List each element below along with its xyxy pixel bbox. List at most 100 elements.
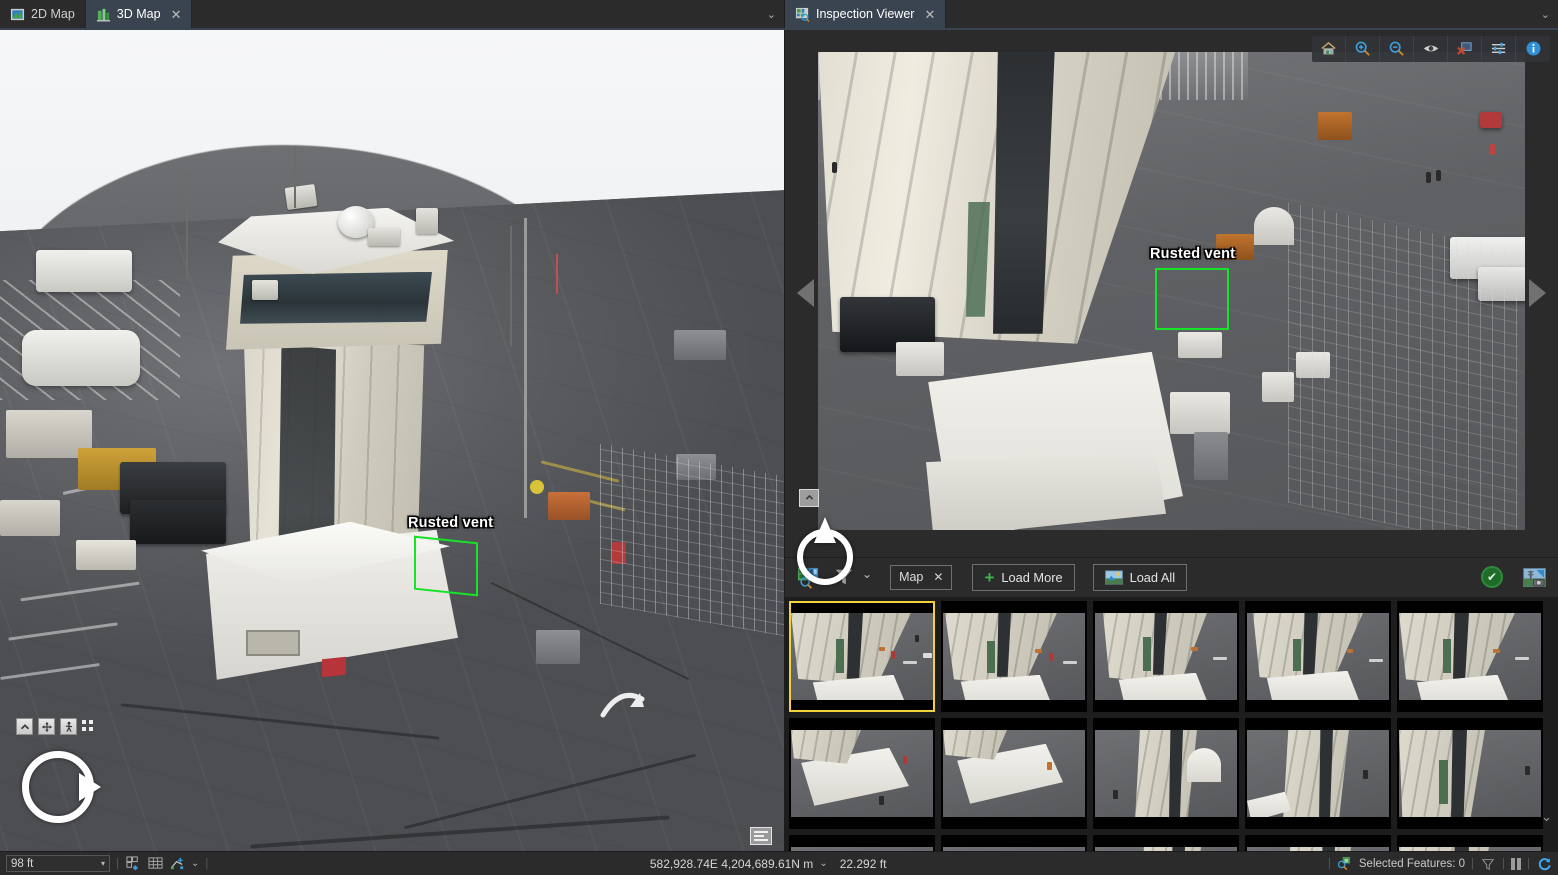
status-filter-icon[interactable] <box>1480 856 1496 872</box>
application-window: 2D Map 3D Map ✕ ⌄ Inspection Viewer ✕ ⌄ … <box>0 0 1558 875</box>
thumbnail-item[interactable] <box>1093 717 1239 829</box>
thumbnail-grid[interactable]: ⌄ <box>785 596 1558 851</box>
annotation-label-rusted-vent: Rusted vent <box>408 514 494 531</box>
capture-photo-button[interactable] <box>1523 567 1546 587</box>
grid-icon[interactable] <box>147 856 163 872</box>
grid-dots-icon[interactable] <box>82 720 95 733</box>
selected-features-label: Selected Features: 0 <box>1358 857 1465 870</box>
photo-annotation-label-rusted-vent: Rusted vent <box>1150 245 1236 262</box>
thumbnail-item[interactable] <box>1397 834 1543 851</box>
load-all-button[interactable]: Load All <box>1092 563 1188 591</box>
status-separator: | <box>116 857 119 870</box>
select-features-icon[interactable] <box>1337 856 1353 872</box>
status-separator: | <box>1471 857 1474 870</box>
walk-mode-button[interactable] <box>60 718 77 735</box>
info-icon[interactable] <box>1516 36 1550 62</box>
photo-person <box>832 161 837 173</box>
thumbnail-image <box>943 612 1085 700</box>
thumbnail-image <box>1399 846 1541 851</box>
left-tab-overflow-chevron-icon[interactable]: ⌄ <box>767 0 776 28</box>
right-tab-overflow-chevron-icon[interactable]: ⌄ <box>1541 0 1550 28</box>
filter-chip-map[interactable]: Map ✕ <box>890 564 953 590</box>
photo-annotation-box-rusted-vent[interactable] <box>1155 267 1229 330</box>
tab-inspection-viewer-label: Inspection Viewer <box>816 7 915 21</box>
tab-3d-map[interactable]: 3D Map ✕ <box>85 0 193 28</box>
thumbnail-item[interactable] <box>941 834 1087 851</box>
zoom-out-icon[interactable] <box>1380 35 1414 62</box>
zoom-in-icon[interactable] <box>1346 35 1380 62</box>
plus-icon: + <box>984 567 995 587</box>
thumbnail-item[interactable] <box>789 717 935 829</box>
pan-navigate-button[interactable] <box>38 718 55 735</box>
navigation-compass[interactable] <box>22 751 101 823</box>
compass-needle-icon <box>79 773 101 801</box>
thumbnail-item[interactable] <box>789 834 935 851</box>
pause-icon[interactable] <box>1511 857 1521 870</box>
thumbnail-image <box>943 846 1085 851</box>
tab-inspection-viewer[interactable]: Inspection Viewer ✕ <box>785 0 947 28</box>
thumbnail-item[interactable] <box>1245 717 1391 829</box>
tab-2d-map[interactable]: 2D Map <box>0 0 86 28</box>
clear-annotations-icon[interactable] <box>1448 35 1482 62</box>
map-scale-chevron-icon[interactable]: ▾ <box>101 859 105 868</box>
thumbnail-image <box>1399 729 1541 817</box>
elevation-readout: 22.292 ft <box>839 856 887 871</box>
thumbnail-item[interactable] <box>1397 600 1543 712</box>
thumbnail-item[interactable] <box>1245 600 1391 712</box>
thumbnail-item[interactable] <box>941 717 1087 829</box>
expand-photo-button[interactable] <box>799 488 819 507</box>
next-image-arrow-icon[interactable] <box>1529 279 1546 308</box>
eye-icon[interactable] <box>1414 35 1448 62</box>
map-scale-selector[interactable]: 98 ft ▾ <box>6 855 110 872</box>
compass-north-needle-icon <box>814 516 836 543</box>
inspection-photo[interactable]: Rusted vent <box>818 51 1525 530</box>
flag-pole <box>556 253 558 294</box>
orbit-arrow-indicator <box>600 685 646 721</box>
map-3d-pane[interactable]: Rusted vent <box>0 29 785 851</box>
thumbnail-row <box>789 834 1554 851</box>
adjust-sliders-icon[interactable] <box>1482 35 1516 62</box>
thumbnail-scroll-chevron-icon[interactable]: ⌄ <box>1541 809 1552 825</box>
map-3d-scene[interactable]: Rusted vent <box>0 29 784 851</box>
antenna-pole <box>510 225 512 346</box>
map-2d-icon <box>10 7 25 22</box>
inspection-image-area[interactable]: Rusted vent <box>785 29 1558 585</box>
collapse-toolbar-button[interactable] <box>16 718 33 735</box>
map-3d-icon <box>96 7 111 22</box>
thumbnail-item[interactable] <box>941 600 1087 712</box>
thumbnail-item[interactable] <box>1245 834 1391 851</box>
tab-2d-map-label: 2D Map <box>31 7 75 21</box>
thumbnail-item[interactable] <box>1397 717 1543 829</box>
filter-chevron-down-icon[interactable]: ⌄ <box>862 567 872 581</box>
add-grid-icon[interactable] <box>125 856 141 872</box>
thumbnail-item[interactable] <box>1093 834 1239 851</box>
home-icon[interactable] <box>1312 35 1346 62</box>
ground-fixture <box>536 629 580 664</box>
thumbnail-item[interactable] <box>789 600 935 712</box>
annotation-box-rusted-vent[interactable] <box>414 535 478 597</box>
snapping-icon[interactable] <box>169 856 185 872</box>
confirm-check-button[interactable]: ✔ <box>1481 566 1503 589</box>
filter-chip-remove-icon[interactable]: ✕ <box>933 570 943 584</box>
thumbnail-image <box>1247 612 1389 700</box>
status-separator: | <box>1327 857 1331 870</box>
tab-inspection-viewer-close-icon[interactable]: ✕ <box>924 8 935 21</box>
coordinate-system-chevron-icon[interactable]: ⌄ <box>819 858 827 869</box>
utility-truck <box>36 249 132 292</box>
tab-3d-map-close-icon[interactable]: ✕ <box>171 8 182 21</box>
snapping-chevron-down-icon[interactable]: ⌄ <box>191 858 199 869</box>
photo-rooftop-unit <box>1178 331 1222 358</box>
thumbnail-image <box>1247 846 1389 851</box>
thumbnail-row <box>789 600 1554 712</box>
status-separator: | <box>1527 857 1530 870</box>
photo-orientation-compass[interactable] <box>797 516 853 585</box>
thumbnail-item[interactable] <box>1093 600 1239 712</box>
thumbnail-image <box>791 612 933 700</box>
legend-toggle-button[interactable] <box>750 827 772 845</box>
thumbnail-row <box>789 717 1554 829</box>
photo-person <box>1426 171 1431 183</box>
load-more-button[interactable]: + Load More <box>972 563 1075 591</box>
refresh-icon[interactable] <box>1536 856 1552 872</box>
tank-truck <box>22 329 140 386</box>
previous-image-arrow-icon[interactable] <box>797 279 814 308</box>
